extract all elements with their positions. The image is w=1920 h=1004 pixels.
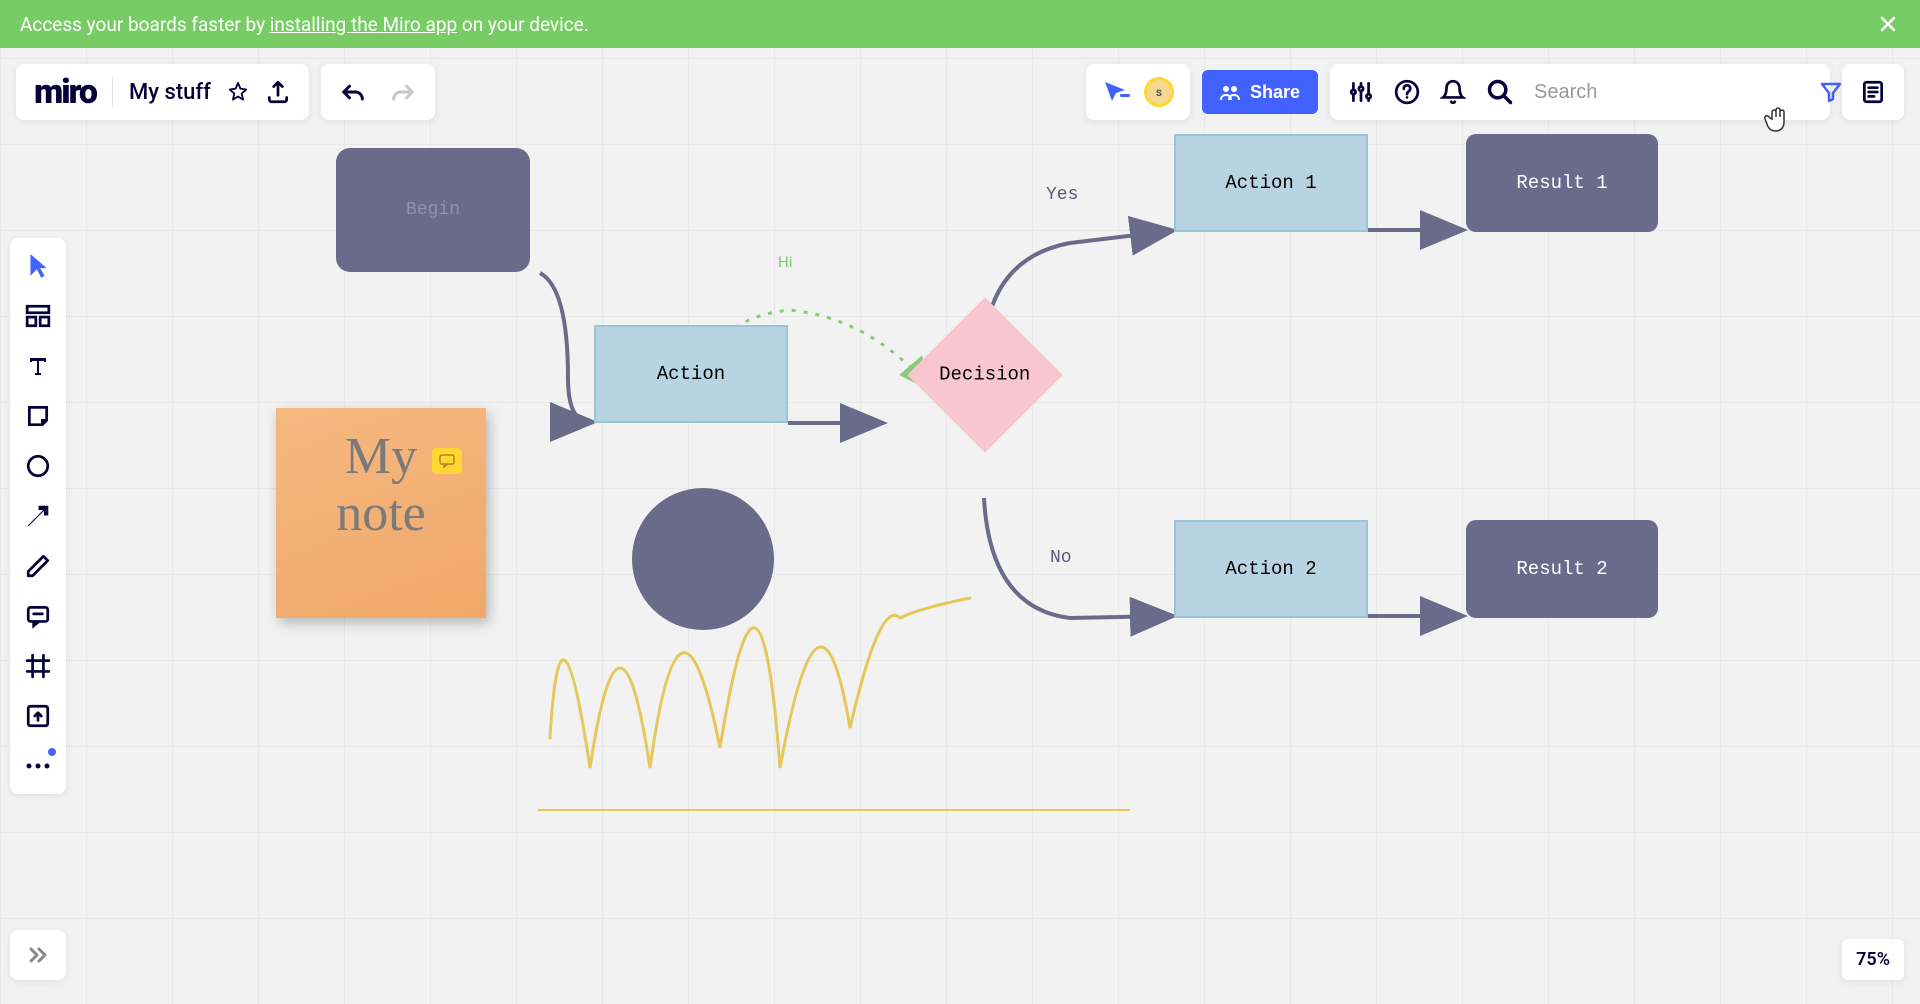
sticky-note[interactable]: My note bbox=[276, 408, 486, 618]
comment-tool[interactable] bbox=[22, 600, 54, 632]
decision-node[interactable]: Decision bbox=[907, 297, 1063, 453]
help-icon[interactable] bbox=[1394, 79, 1420, 105]
action1-node[interactable]: Action 1 bbox=[1174, 134, 1368, 232]
share-button[interactable]: Share bbox=[1202, 70, 1318, 114]
comment-icon[interactable] bbox=[432, 448, 462, 474]
export-icon[interactable] bbox=[265, 79, 291, 105]
search-panel bbox=[1330, 64, 1830, 120]
template-tool[interactable] bbox=[22, 300, 54, 332]
bell-icon[interactable] bbox=[1440, 79, 1466, 105]
collaborators-panel: s bbox=[1086, 64, 1190, 120]
install-app-link[interactable]: installing the Miro app bbox=[270, 13, 457, 36]
banner-text: Access your boards faster by installing … bbox=[20, 13, 589, 36]
sticky-note-tool[interactable] bbox=[22, 400, 54, 432]
pen-tool[interactable] bbox=[22, 550, 54, 582]
text-tool[interactable] bbox=[22, 350, 54, 382]
no-label: No bbox=[1050, 548, 1072, 568]
activities-panel[interactable] bbox=[1842, 64, 1904, 120]
undo-redo-panel bbox=[321, 64, 435, 120]
collapse-toolbar-button[interactable] bbox=[10, 930, 66, 980]
cursor-indicator-icon[interactable] bbox=[1102, 79, 1130, 105]
zoom-level[interactable]: 75% bbox=[1842, 939, 1904, 980]
star-icon[interactable] bbox=[227, 81, 249, 103]
board-name[interactable]: My stuff bbox=[129, 80, 211, 105]
hi-label: Hi bbox=[778, 253, 792, 271]
arrow-tool[interactable] bbox=[22, 500, 54, 532]
undo-icon[interactable] bbox=[339, 81, 367, 103]
miro-logo[interactable]: miro bbox=[34, 72, 96, 112]
close-icon[interactable] bbox=[1876, 12, 1900, 36]
select-tool[interactable] bbox=[22, 250, 54, 282]
circle-shape[interactable] bbox=[632, 488, 774, 630]
result1-node[interactable]: Result 1 bbox=[1466, 134, 1658, 232]
avatar[interactable]: s bbox=[1144, 77, 1174, 107]
search-input[interactable] bbox=[1534, 81, 1799, 104]
yes-label: Yes bbox=[1046, 185, 1078, 205]
result2-node[interactable]: Result 2 bbox=[1466, 520, 1658, 618]
board-header-panel: miro My stuff bbox=[16, 64, 309, 120]
install-app-banner: Access your boards faster by installing … bbox=[0, 0, 1920, 48]
action2-node[interactable]: Action 2 bbox=[1174, 520, 1368, 618]
divider bbox=[112, 76, 113, 108]
frame-tool[interactable] bbox=[22, 650, 54, 682]
settings-icon[interactable] bbox=[1348, 79, 1374, 105]
search-icon[interactable] bbox=[1486, 78, 1514, 106]
shape-tool[interactable] bbox=[22, 450, 54, 482]
action-node[interactable]: Action bbox=[594, 325, 788, 423]
more-tools[interactable] bbox=[22, 750, 54, 782]
activity-icon[interactable] bbox=[1860, 79, 1886, 105]
upload-tool[interactable] bbox=[22, 700, 54, 732]
tool-panel bbox=[10, 238, 66, 794]
start-node[interactable]: Begin bbox=[336, 148, 530, 272]
redo-icon[interactable] bbox=[389, 81, 417, 103]
filter-icon[interactable] bbox=[1819, 80, 1843, 104]
hand-cursor-icon bbox=[1764, 105, 1790, 135]
